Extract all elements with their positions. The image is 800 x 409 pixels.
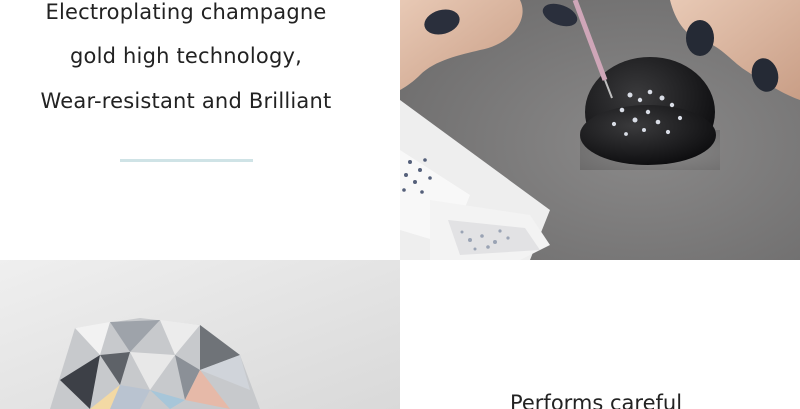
diamond-illustration	[0, 260, 400, 409]
caption-line-1: Electroplating champagne	[45, 0, 327, 24]
caption-line-3: Wear-resistant and Brilliant	[40, 89, 332, 113]
caption-divider	[120, 159, 253, 162]
caption-line-4: Performs careful	[509, 391, 683, 409]
bottom-caption-panel: Performs careful	[400, 260, 800, 409]
diamond-photo	[0, 260, 400, 409]
rhinestone-setting-photo	[400, 0, 800, 260]
top-caption-panel: Electroplating champagne gold high techn…	[0, 0, 400, 260]
rhinestone-setting-illustration	[400, 0, 800, 260]
caption-line-2: gold high technology,	[70, 44, 302, 68]
